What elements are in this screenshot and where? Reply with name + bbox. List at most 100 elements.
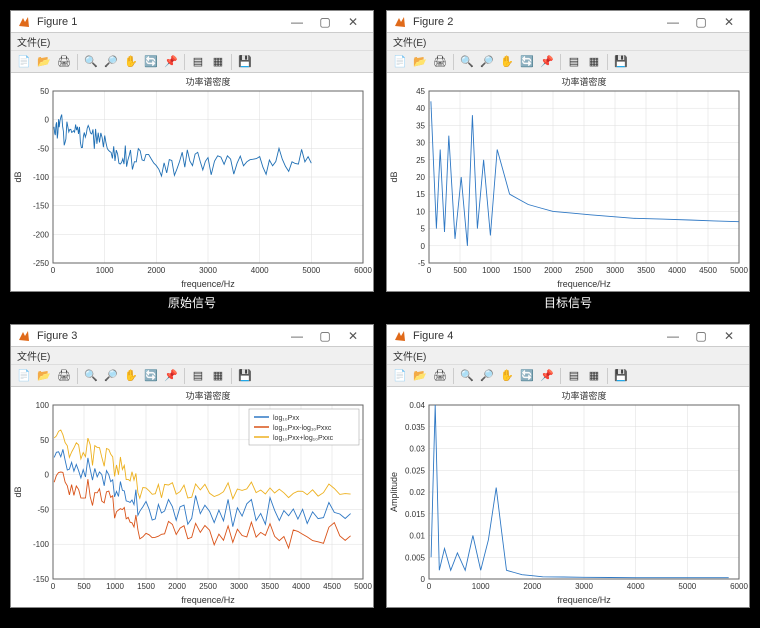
toolbar-zoom-in-button[interactable]: 🔍 [82,53,100,71]
svg-text:5: 5 [421,225,426,234]
svg-text:0: 0 [51,266,56,275]
svg-text:15: 15 [416,190,425,199]
toolbar-new-button[interactable]: 📄 [15,367,33,385]
toolbar-open-button[interactable]: 📂 [35,367,53,385]
svg-text:frequence/Hz: frequence/Hz [181,595,235,605]
toolbar-print-button[interactable]: 🖨 [431,367,449,385]
toolbar-open-button[interactable]: 📂 [35,53,53,71]
minimize-button[interactable]: — [659,329,687,343]
toolbar-save-button[interactable]: 💾 [236,367,254,385]
svg-text:-150: -150 [33,575,50,584]
toolbar-rotate-button[interactable]: 🔄 [142,53,160,71]
toolbar-colorbar-button[interactable]: ▤ [565,53,583,71]
menubar: 文件(E) [387,347,749,365]
toolbar-legend-button[interactable]: ▦ [209,53,227,71]
close-button[interactable]: ✕ [339,15,367,29]
toolbar-legend-button[interactable]: ▦ [585,367,603,385]
svg-text:50: 50 [40,436,49,445]
menu-file[interactable]: 文件(E) [393,348,426,363]
close-button[interactable]: ✕ [715,15,743,29]
minimize-button[interactable]: — [659,15,687,29]
toolbar-colorbar-button[interactable]: ▤ [189,367,207,385]
svg-text:Amplitude: Amplitude [389,472,399,512]
matlab-logo-icon [393,329,407,343]
svg-text:5000: 5000 [354,582,372,591]
svg-text:45: 45 [416,87,425,96]
svg-text:0: 0 [427,582,432,591]
toolbar-zoom-out-button[interactable]: 🔎 [478,367,496,385]
toolbar-zoom-in-button[interactable]: 🔍 [458,53,476,71]
svg-text:-100: -100 [33,173,50,182]
menu-file[interactable]: 文件(E) [393,34,426,49]
toolbar-print-button[interactable]: 🖨 [55,367,73,385]
menubar: 文件(E) [11,33,373,51]
svg-text:-5: -5 [418,259,426,268]
toolbar-data-cursor-button[interactable]: 📌 [538,367,556,385]
toolbar: 📄📂🖨 🔍🔎✋🔄📌 ▤▦ 💾 [11,51,373,73]
toolbar-colorbar-button[interactable]: ▤ [565,367,583,385]
toolbar-save-button[interactable]: 💾 [612,53,630,71]
toolbar-separator [560,54,561,70]
toolbar-new-button[interactable]: 📄 [391,53,409,71]
toolbar-legend-button[interactable]: ▦ [585,53,603,71]
figure-window-4: Figure 4—▢✕文件(E)📄📂🖨🔍🔎✋🔄📌▤▦💾0100020003000… [386,324,750,608]
svg-text:-250: -250 [33,259,50,268]
toolbar-rotate-button[interactable]: 🔄 [518,367,536,385]
svg-text:0: 0 [45,471,50,480]
toolbar-zoom-in-button[interactable]: 🔍 [82,367,100,385]
maximize-button[interactable]: ▢ [687,329,715,343]
toolbar-new-button[interactable]: 📄 [15,53,33,71]
toolbar-data-cursor-button[interactable]: 📌 [162,367,180,385]
close-button[interactable]: ✕ [339,329,367,343]
toolbar-open-button[interactable]: 📂 [411,53,429,71]
maximize-button[interactable]: ▢ [311,15,339,29]
svg-text:2000: 2000 [544,266,562,275]
svg-text:40: 40 [416,104,425,113]
toolbar-print-button[interactable]: 🖨 [55,53,73,71]
svg-text:功率谱密度: 功率谱密度 [561,390,606,401]
svg-text:log₁₀Pxx: log₁₀Pxx [273,415,300,422]
toolbar-pan-button[interactable]: ✋ [498,367,516,385]
toolbar-data-cursor-button[interactable]: 📌 [538,53,556,71]
close-button[interactable]: ✕ [715,329,743,343]
svg-text:0: 0 [421,242,426,251]
svg-text:35: 35 [416,121,425,130]
svg-text:3000: 3000 [606,266,624,275]
menu-file[interactable]: 文件(E) [17,348,50,363]
svg-text:20: 20 [416,173,425,182]
svg-text:功率谱密度: 功率谱密度 [561,76,606,87]
toolbar-zoom-out-button[interactable]: 🔎 [478,53,496,71]
toolbar-legend-button[interactable]: ▦ [209,367,227,385]
toolbar-save-button[interactable]: 💾 [236,53,254,71]
svg-text:0.03: 0.03 [409,445,425,454]
svg-text:2000: 2000 [168,582,186,591]
menubar: 文件(E) [387,33,749,51]
toolbar-zoom-out-button[interactable]: 🔎 [102,53,120,71]
toolbar-rotate-button[interactable]: 🔄 [142,367,160,385]
minimize-button[interactable]: — [283,15,311,29]
toolbar-pan-button[interactable]: ✋ [122,53,140,71]
toolbar-rotate-button[interactable]: 🔄 [518,53,536,71]
toolbar-pan-button[interactable]: ✋ [498,53,516,71]
titlebar: Figure 3—▢✕ [11,325,373,347]
toolbar-print-button[interactable]: 🖨 [431,53,449,71]
toolbar-colorbar-button[interactable]: ▤ [189,53,207,71]
maximize-button[interactable]: ▢ [687,15,715,29]
toolbar-separator [560,368,561,384]
svg-text:1500: 1500 [137,582,155,591]
toolbar-new-button[interactable]: 📄 [391,367,409,385]
svg-text:-50: -50 [37,144,49,153]
menu-file[interactable]: 文件(E) [17,34,50,49]
minimize-button[interactable]: — [283,329,311,343]
toolbar-open-button[interactable]: 📂 [411,367,429,385]
maximize-button[interactable]: ▢ [311,329,339,343]
svg-text:2000: 2000 [147,266,165,275]
toolbar-save-button[interactable]: 💾 [612,367,630,385]
toolbar-pan-button[interactable]: ✋ [122,367,140,385]
plot-area: 0500100015002000250030003500400045005000… [11,387,373,607]
toolbar-data-cursor-button[interactable]: 📌 [162,53,180,71]
toolbar-zoom-out-button[interactable]: 🔎 [102,367,120,385]
toolbar-zoom-in-button[interactable]: 🔍 [458,367,476,385]
chart-svg: 010002000300040005000600000.0050.010.015… [387,387,749,607]
svg-text:4000: 4000 [627,582,645,591]
